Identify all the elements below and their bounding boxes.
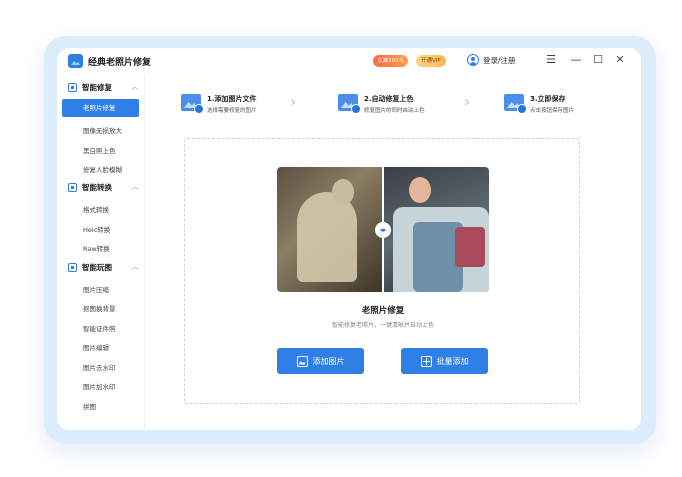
sidebar-item-remove-watermark[interactable]: 图片去水印	[83, 362, 116, 372]
drop-zone[interactable]: ◂▸ 老照片修复 智能修复老照片，一键清晰并自动上色 添加图片 批量添加	[184, 138, 580, 404]
before-photo	[277, 167, 383, 292]
vip-badge[interactable]: 开通VIP	[416, 55, 446, 67]
sidebar-section-repair[interactable]: 智能修复 ︿	[68, 82, 138, 93]
before-figure-head	[332, 179, 354, 205]
add-image-label: 添加图片	[312, 356, 345, 366]
app-window: 经典老照片修复 立减200元 开通VIP 登录/注册 ☰ — ☐ ✕ 智能修复 …	[57, 48, 641, 430]
preview-subtitle: 智能修复老照片，一键清晰并自动上色	[331, 322, 434, 329]
sidebar-section-play[interactable]: 智能玩图 ︿	[68, 262, 138, 273]
preview-title: 老照片修复	[361, 306, 405, 316]
batch-add-button[interactable]: 批量添加	[401, 348, 488, 374]
sidebar-item-compress[interactable]: 图片压缩	[83, 284, 109, 294]
sidebar-item-edit[interactable]: 图片编辑	[83, 342, 109, 352]
login-button[interactable]: 登录/注册	[467, 54, 516, 66]
login-label: 登录/注册	[483, 55, 516, 65]
sidebar-item-face-repair[interactable]: 修复人脸模糊	[83, 164, 122, 174]
sidebar-item-colorize[interactable]: 黑白照上色	[83, 145, 116, 155]
close-icon[interactable]: ✕	[613, 53, 627, 67]
step-add-file: 1.添加图片文件 选择需要修复的图片	[181, 94, 257, 114]
sidebar-item-format-convert[interactable]: 格式转换	[83, 204, 109, 214]
chevron-right-icon: ›	[464, 92, 471, 111]
sidebar-item-upscale[interactable]: 图像无损放大	[83, 125, 122, 135]
sidebar-section-title: 智能修复	[82, 83, 112, 92]
repair-section-icon	[68, 83, 77, 92]
menu-icon[interactable]: ☰	[544, 53, 558, 67]
before-figure	[297, 192, 357, 282]
chevron-up-icon: ︿	[131, 184, 138, 191]
step-title: 3.立即保存	[530, 95, 566, 103]
user-avatar-icon	[467, 54, 479, 66]
title-bar: 经典老照片修复 立减200元 开通VIP 登录/注册 ☰ — ☐ ✕	[57, 48, 641, 74]
step-desc: 选择需要修复的图片	[207, 108, 257, 114]
app-title: 经典老照片修复	[88, 58, 152, 68]
sidebar-item-add-watermark[interactable]: 图片加水印	[83, 381, 116, 391]
after-photo	[383, 167, 489, 292]
save-step-icon	[504, 94, 527, 114]
after-cushion	[455, 227, 485, 267]
sidebar-item-raw-convert[interactable]: Raw转换	[83, 243, 110, 253]
sidebar-section-convert[interactable]: 智能转换 ︿	[68, 182, 138, 193]
after-figure-head	[409, 177, 431, 203]
step-title: 1.添加图片文件	[207, 95, 257, 103]
chevron-right-icon: ›	[290, 92, 297, 111]
step-title: 2.自动修复上色	[364, 95, 414, 103]
add-image-button[interactable]: 添加图片	[277, 348, 364, 374]
step-desc: 修复图片的同时自动上色	[364, 108, 425, 114]
repair-step-icon	[338, 94, 361, 114]
main-content: 1.添加图片文件 选择需要修复的图片 › 2.自动修复上色 修复图片的同时自动上…	[146, 74, 641, 430]
sidebar-item-id-photo[interactable]: 智能证件照	[83, 323, 116, 333]
before-after-preview: ◂▸	[277, 167, 489, 292]
sidebar-item-cutout[interactable]: 抠图换背景	[83, 303, 116, 313]
sidebar: 智能修复 ︿ 老照片修复 图像无损放大 黑白照上色 修复人脸模糊 智能转换 ︿ …	[57, 74, 145, 430]
sidebar-item-collage[interactable]: 拼图	[83, 401, 96, 411]
batch-add-label: 批量添加	[436, 356, 469, 366]
chevron-up-icon: ︿	[131, 84, 138, 91]
minimize-icon[interactable]: —	[569, 53, 583, 67]
image-icon	[296, 355, 308, 367]
app-logo-icon	[68, 54, 83, 68]
sidebar-item-old-photo-repair[interactable]: 老照片修复	[62, 99, 139, 117]
maximize-icon[interactable]: ☐	[591, 53, 605, 67]
play-section-icon	[68, 263, 77, 272]
sidebar-section-title: 智能玩图	[82, 263, 112, 272]
chevron-up-icon: ︿	[131, 264, 138, 271]
sidebar-section-title: 智能转换	[82, 183, 112, 192]
plus-icon	[420, 355, 432, 367]
compare-handle-icon[interactable]: ◂▸	[375, 222, 391, 238]
step-desc: 点击按钮保存图片	[530, 108, 575, 114]
step-auto-repair: 2.自动修复上色 修复图片的同时自动上色	[338, 94, 425, 114]
add-image-step-icon	[181, 94, 204, 114]
promo-badge[interactable]: 立减200元	[373, 55, 408, 67]
convert-section-icon	[68, 183, 77, 192]
step-save: 3.立即保存 点击按钮保存图片	[504, 94, 574, 114]
sidebar-item-heic-convert[interactable]: Heic转换	[83, 224, 110, 234]
